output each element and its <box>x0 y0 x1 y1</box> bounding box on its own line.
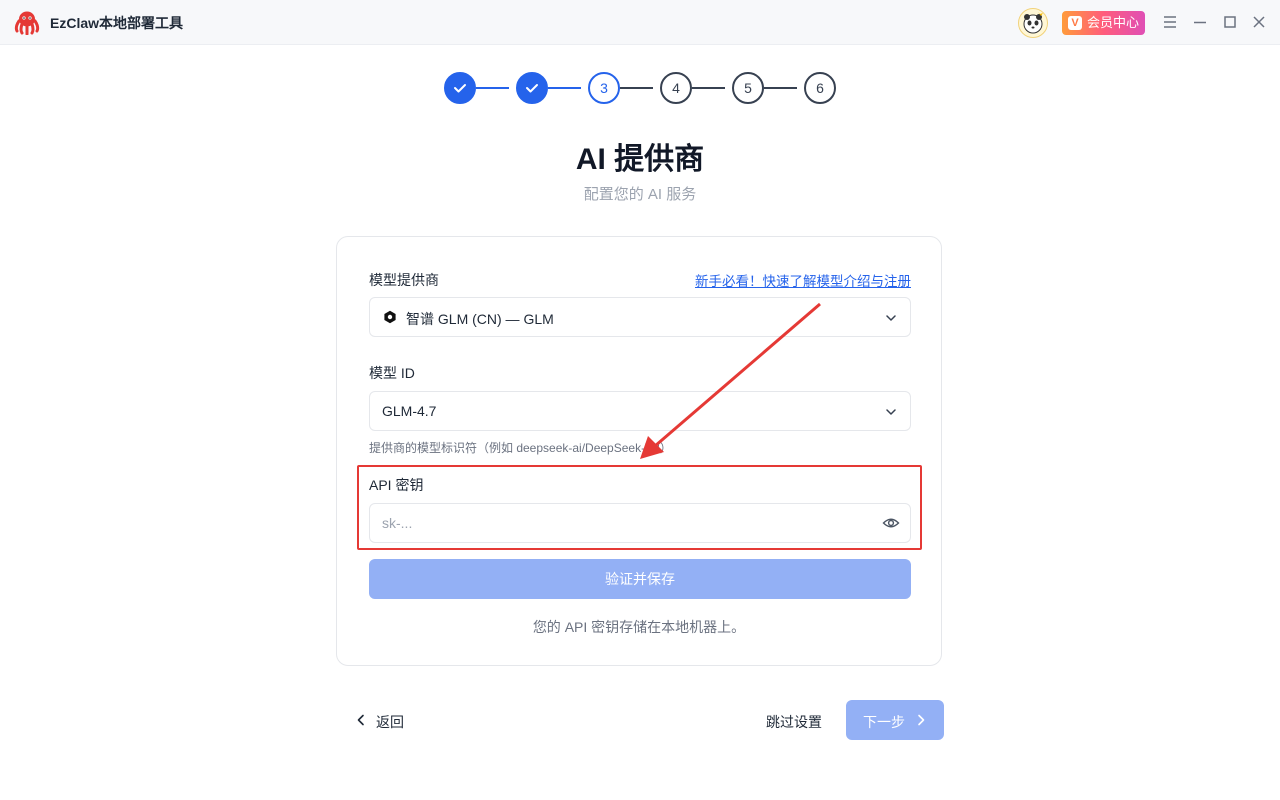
chevron-left-icon <box>357 714 364 726</box>
menu-icon[interactable] <box>1160 12 1180 32</box>
step-connector <box>764 87 797 89</box>
chevron-down-icon <box>886 409 896 415</box>
back-label: 返回 <box>376 714 404 730</box>
check-icon <box>526 84 538 93</box>
step-connector <box>692 87 725 89</box>
step-1-done <box>444 72 476 104</box>
step-3-current: 3 <box>588 72 620 104</box>
page-title: AI 提供商 <box>575 143 705 176</box>
app-title: EzClaw本地部署工具 <box>50 15 184 31</box>
provider-guide-link[interactable]: 新手必看！快速了解模型介绍与注册 <box>695 270 911 290</box>
page-subtitle: 配置您的 AI 服务 <box>583 186 697 203</box>
verify-save-button[interactable]: 验证并保存 <box>369 559 911 599</box>
skip-setup-button[interactable]: 跳过设置 <box>766 712 822 732</box>
step-4: 4 <box>660 72 692 104</box>
storage-note: 您的 API 密钥存储在本地机器上。 <box>532 619 746 635</box>
vip-badge-icon: V <box>1068 16 1082 30</box>
step-connector <box>476 87 509 89</box>
provider-label: 模型提供商 <box>369 272 439 288</box>
step-connector <box>620 87 653 89</box>
vip-center-button[interactable]: V 会员中心 <box>1062 11 1145 35</box>
hexagon-provider-icon <box>384 310 396 324</box>
close-icon[interactable] <box>1249 12 1269 32</box>
title-bar: EzClaw本地部署工具 V 会员中心 <box>0 0 1280 45</box>
user-avatar[interactable] <box>1018 8 1048 38</box>
annotation-highlight-box <box>357 465 922 550</box>
panda-avatar-icon <box>1023 12 1043 34</box>
minimize-icon[interactable] <box>1190 12 1210 32</box>
chevron-down-icon <box>886 315 896 321</box>
next-step-button[interactable]: 下一步 <box>846 700 944 740</box>
maximize-icon[interactable] <box>1220 12 1240 32</box>
chevron-right-icon <box>918 714 925 726</box>
provider-select[interactable]: 智谱 GLM (CN) — GLM <box>369 297 911 337</box>
step-5: 5 <box>732 72 764 104</box>
step-connector <box>548 87 581 89</box>
model-id-hint: 提供商的模型标识符（例如 deepseek-ai/DeepSeek-V3） <box>369 441 672 455</box>
octopus-logo-icon <box>14 11 40 35</box>
model-id-label: 模型 ID <box>369 365 415 381</box>
model-id-select[interactable]: GLM-4.7 <box>369 391 911 431</box>
provider-select-value: 智谱 GLM (CN) — GLM <box>406 311 554 327</box>
vip-center-label: 会员中心 <box>1087 15 1140 30</box>
next-step-label: 下一步 <box>863 714 905 730</box>
step-2-done <box>516 72 548 104</box>
check-icon <box>454 84 466 93</box>
step-6: 6 <box>804 72 836 104</box>
model-id-select-value: GLM-4.7 <box>382 403 437 419</box>
